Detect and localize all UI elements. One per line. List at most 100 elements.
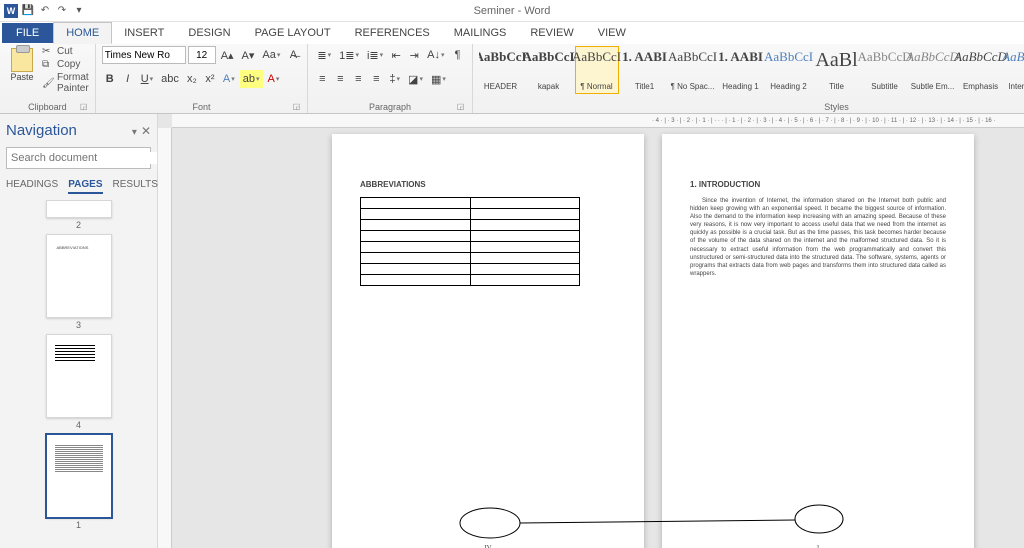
ribbon-tabs: FILE HOME INSERT DESIGN PAGE LAYOUT REFE… (0, 22, 1024, 44)
bold-button[interactable]: B (102, 70, 118, 88)
page-footer-right: 1 (662, 544, 974, 548)
tab-references[interactable]: REFERENCES (343, 23, 442, 43)
save-icon[interactable]: 💾 (21, 4, 35, 18)
style-title1[interactable]: 1. AABITitle1 (623, 46, 667, 94)
pilcrow-button[interactable]: ¶ (450, 46, 466, 64)
nav-tab-headings[interactable]: HEADINGS (6, 177, 58, 194)
tab-file[interactable]: FILE (2, 23, 53, 43)
intro-body: Since the invention of Internet, the inf… (690, 197, 946, 278)
align-right-button[interactable]: ≡ (350, 70, 366, 88)
horizontal-ruler: · 4 · | · 3 · | · 2 · | · 1 · | · · · | … (172, 114, 1024, 128)
workspace: Navigation ▾✕ 🔍▾ HEADINGS PAGES RESULTS … (0, 114, 1024, 548)
bullets-button[interactable]: ≣ (314, 46, 334, 64)
nav-tab-pages[interactable]: PAGES (68, 177, 102, 194)
tab-review[interactable]: REVIEW (518, 23, 585, 43)
indent-button[interactable]: ⇥ (406, 46, 422, 64)
thumb-item[interactable]: 2 (46, 200, 112, 230)
cut-icon: ✂ (42, 46, 54, 57)
text-effects-button[interactable]: A (220, 70, 238, 88)
tab-insert[interactable]: INSERT (112, 23, 176, 43)
font-launcher-icon[interactable]: ◲ (291, 102, 301, 112)
clear-format-button[interactable]: A̶ (285, 46, 301, 64)
shading-button[interactable]: ◪ (405, 70, 426, 88)
font-size-input[interactable] (188, 46, 216, 64)
style-heading-2[interactable]: AaBbCcIHeading 2 (767, 46, 811, 94)
paste-label: Paste (10, 72, 33, 82)
font-color-button[interactable]: A (265, 70, 283, 88)
grow-font-button[interactable]: A▴ (218, 46, 237, 64)
redo-icon[interactable]: ↷ (55, 4, 69, 18)
thumb-item[interactable]: ABBREVIATIONS3 (46, 234, 112, 330)
undo-icon[interactable]: ↶ (38, 4, 52, 18)
group-styles: AaBbCcIHEADERAaBbCcIkapakAaBbCcI¶ Normal… (473, 44, 1024, 113)
qat-more-icon[interactable]: ▾ (72, 4, 86, 18)
document-canvas: · 4 · | · 3 · | · 2 · | · 1 · | · · · | … (158, 114, 1024, 548)
style---normal[interactable]: AaBbCcI¶ Normal (575, 46, 619, 94)
tab-page-layout[interactable]: PAGE LAYOUT (243, 23, 343, 43)
style-intense-e---[interactable]: AaBbCcDIntense E... (1007, 46, 1024, 94)
align-left-button[interactable]: ≡ (314, 70, 330, 88)
style-header[interactable]: AaBbCcIHEADER (479, 46, 523, 94)
group-font: A▴ A▾ Aa A̶ B I U abc x₂ x² A ab A Font◲ (96, 44, 309, 113)
style-kapak[interactable]: AaBbCcIkapak (527, 46, 571, 94)
paste-icon (11, 48, 33, 72)
copy-button[interactable]: ⧉Copy (42, 59, 89, 70)
justify-button[interactable]: ≡ (368, 70, 384, 88)
thumb-item[interactable]: 1 (46, 434, 112, 530)
ribbon: Paste ✂Cut ⧉Copy 🖌Format Painter Clipboa… (0, 44, 1024, 114)
navigation-title: Navigation (6, 122, 77, 139)
style---no-spac---[interactable]: AaBbCcI¶ No Spac... (671, 46, 715, 94)
nav-menu-icon[interactable]: ▾ (132, 127, 141, 138)
multilevel-button[interactable]: i≣ (364, 46, 386, 64)
page-right[interactable]: 1. INTRODUCTION Since the invention of I… (662, 134, 974, 548)
style-subtitle[interactable]: AaBbCcDSubtitle (863, 46, 907, 94)
tab-design[interactable]: DESIGN (176, 23, 242, 43)
underline-button[interactable]: U (138, 70, 156, 88)
highlight-button[interactable]: ab (240, 70, 263, 88)
italic-button[interactable]: I (120, 70, 136, 88)
group-clipboard: Paste ✂Cut ⧉Copy 🖌Format Painter Clipboa… (0, 44, 96, 113)
style-title[interactable]: AaBlTitle (815, 46, 859, 94)
style-subtle-em---[interactable]: AaBbCcDSubtle Em... (911, 46, 955, 94)
brush-icon: 🖌 (42, 78, 54, 89)
nav-tab-results[interactable]: RESULTS (113, 177, 158, 194)
page-left[interactable]: ABBREVIATIONS IV (332, 134, 644, 548)
title-bar: W 💾 ↶ ↷ ▾ Seminer - Word (0, 0, 1024, 22)
abbrev-table[interactable] (360, 197, 580, 286)
shrink-font-button[interactable]: A▾ (239, 46, 258, 64)
thumb-item[interactable]: 4 (46, 334, 112, 430)
strike-button[interactable]: abc (158, 70, 182, 88)
tab-home[interactable]: HOME (53, 22, 112, 44)
page-footer-left: IV (332, 544, 644, 548)
change-case-button[interactable]: Aa (259, 46, 283, 64)
navigation-pane: Navigation ▾✕ 🔍▾ HEADINGS PAGES RESULTS … (0, 114, 158, 548)
paste-button[interactable]: Paste (6, 46, 38, 84)
sort-button[interactable]: A↓ (424, 46, 447, 64)
outdent-button[interactable]: ⇤ (388, 46, 404, 64)
nav-close-icon[interactable]: ✕ (141, 124, 151, 138)
clipboard-launcher-icon[interactable]: ◲ (79, 102, 89, 112)
tab-mailings[interactable]: MAILINGS (442, 23, 519, 43)
window-title: Seminer - Word (474, 5, 551, 17)
font-name-input[interactable] (102, 46, 186, 64)
word-icon: W (4, 4, 18, 18)
format-painter-button[interactable]: 🖌Format Painter (42, 72, 89, 94)
group-label-styles: Styles◲ (479, 102, 1024, 113)
align-center-button[interactable]: ≡ (332, 70, 348, 88)
group-label-font: Font◲ (102, 102, 302, 113)
search-box[interactable]: 🔍▾ (6, 147, 151, 169)
paragraph-launcher-icon[interactable]: ◲ (456, 102, 466, 112)
borders-button[interactable]: ▦ (428, 70, 449, 88)
cut-button[interactable]: ✂Cut (42, 46, 89, 57)
subscript-button[interactable]: x₂ (184, 70, 200, 88)
style-heading-1[interactable]: 1. AABIHeading 1 (719, 46, 763, 94)
tab-view[interactable]: VIEW (586, 23, 638, 43)
search-input[interactable] (7, 152, 157, 164)
style-emphasis[interactable]: AaBbCcDEmphasis (959, 46, 1003, 94)
numbering-button[interactable]: 1≣ (336, 46, 362, 64)
copy-icon: ⧉ (42, 59, 54, 70)
superscript-button[interactable]: x² (202, 70, 218, 88)
group-label-clipboard: Clipboard◲ (6, 102, 89, 113)
line-spacing-button[interactable]: ‡ (386, 70, 403, 88)
group-label-paragraph: Paragraph◲ (314, 102, 465, 113)
